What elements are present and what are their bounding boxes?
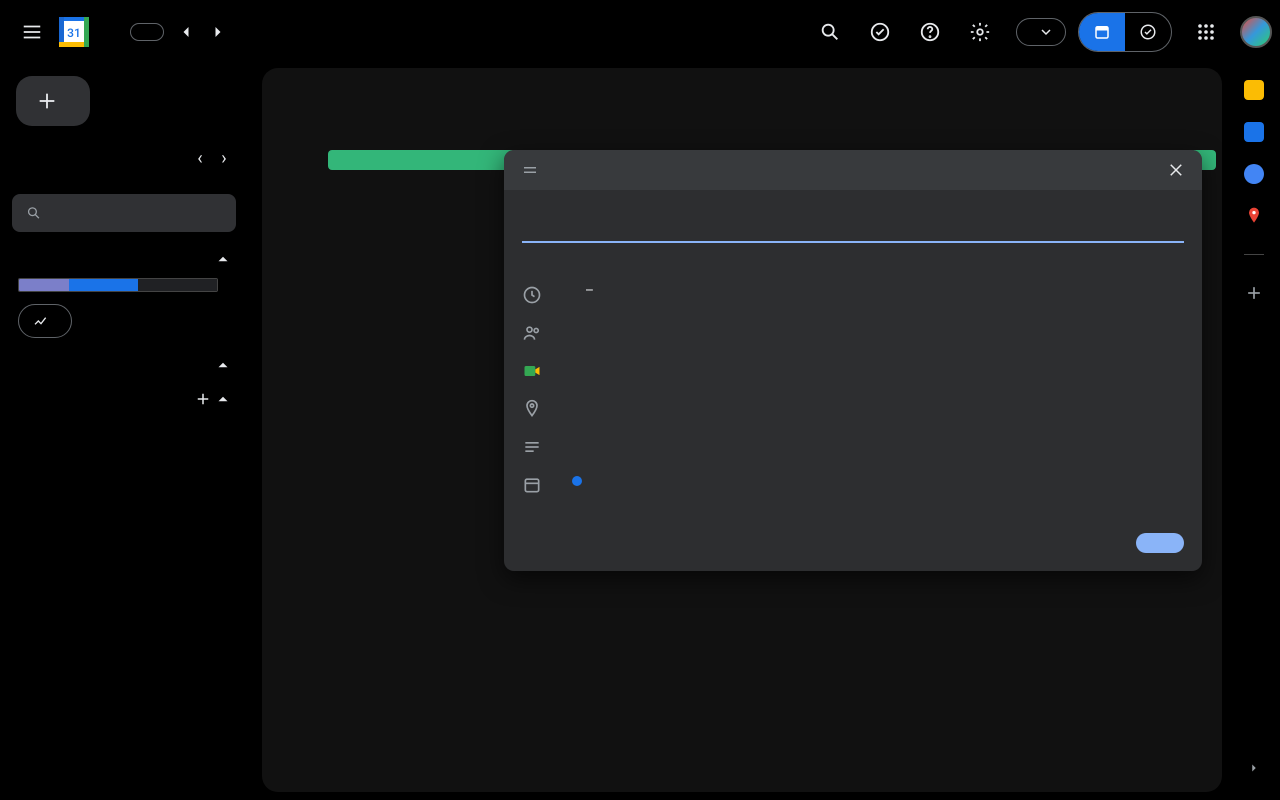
help-icon[interactable] [906, 8, 954, 56]
time-insights-toggle[interactable] [12, 246, 236, 272]
chevron-up-icon [214, 250, 232, 268]
add-guests-row[interactable] [522, 313, 1184, 351]
calendar-small-icon [522, 473, 542, 495]
calendar-view-button[interactable] [1079, 13, 1125, 51]
search-icon [26, 204, 41, 222]
drag-handle-icon[interactable] [514, 154, 546, 186]
app-header: 31 [0, 0, 1280, 64]
chart-icon [33, 313, 49, 329]
people-search[interactable] [12, 194, 236, 232]
plus-icon[interactable] [194, 390, 212, 408]
tasks-view-button[interactable] [1125, 13, 1171, 51]
description-icon [522, 435, 542, 457]
apps-icon[interactable] [1182, 8, 1230, 56]
prev-week-button[interactable] [170, 16, 202, 48]
close-icon[interactable] [1160, 154, 1192, 186]
chevron-up-icon [214, 356, 232, 374]
meet-icon [522, 359, 542, 381]
calendar-logo-icon: 31 [54, 12, 94, 52]
settings-icon[interactable] [956, 8, 1004, 56]
chevron-down-icon [1041, 27, 1051, 37]
rail-divider [1244, 254, 1264, 255]
more-insights-button[interactable] [18, 304, 72, 338]
sidebar: ‹ › [0, 64, 256, 800]
create-event-modal: – [504, 150, 1202, 571]
location-icon [522, 397, 542, 419]
clock-icon [522, 283, 542, 305]
maps-icon[interactable] [1244, 206, 1264, 226]
add-location-row[interactable] [522, 389, 1184, 427]
svg-text:31: 31 [67, 26, 81, 40]
mini-next-button[interactable]: › [212, 146, 236, 170]
contacts-icon[interactable] [1244, 164, 1264, 184]
view-selector[interactable] [1016, 18, 1066, 46]
next-week-button[interactable] [202, 16, 234, 48]
mini-prev-button[interactable]: ‹ [188, 146, 212, 170]
save-button[interactable] [1136, 533, 1184, 553]
rail-collapse-button[interactable] [1234, 748, 1274, 788]
event-title-input[interactable] [522, 200, 1184, 243]
progress-icon[interactable] [856, 8, 904, 56]
tasks-rail-icon[interactable] [1244, 122, 1264, 142]
main-menu-icon[interactable] [8, 8, 56, 56]
people-icon [522, 321, 542, 343]
side-rail [1228, 64, 1280, 800]
other-calendars-toggle[interactable] [12, 386, 236, 412]
plus-icon [36, 90, 58, 112]
add-addon-icon[interactable] [1244, 283, 1264, 303]
my-calendars-toggle[interactable] [12, 352, 236, 378]
search-icon[interactable] [806, 8, 854, 56]
owner-color-dot [572, 476, 582, 486]
chevron-up-icon [214, 390, 232, 408]
event-time-row[interactable]: – [564, 283, 1184, 301]
keep-icon[interactable] [1244, 80, 1264, 100]
people-search-input[interactable] [53, 205, 222, 221]
create-button[interactable] [16, 76, 90, 126]
add-meet-row[interactable] [522, 351, 1184, 389]
view-toggle [1078, 12, 1172, 52]
add-description-row[interactable] [522, 427, 1184, 465]
time-insights-bar [18, 278, 218, 292]
today-button[interactable] [130, 23, 164, 41]
account-avatar[interactable] [1240, 16, 1272, 48]
